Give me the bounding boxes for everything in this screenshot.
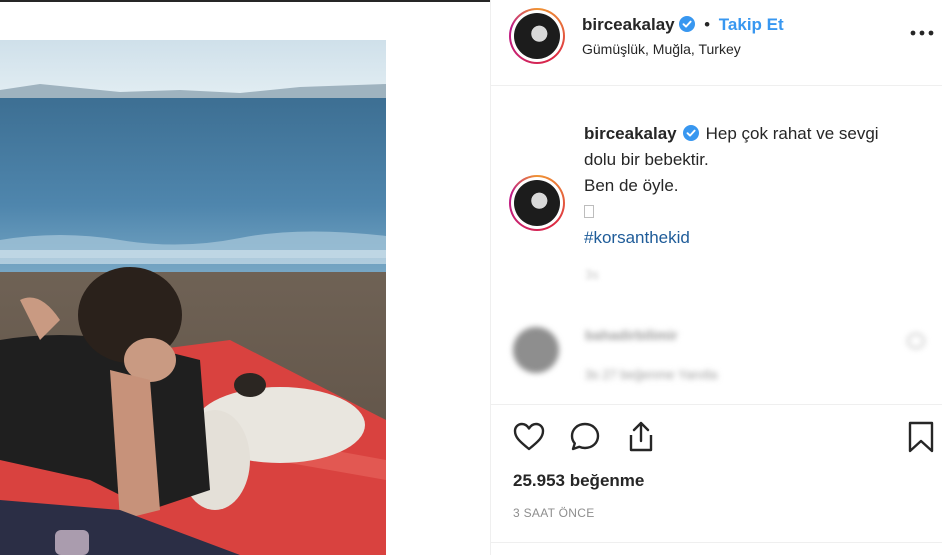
heart-icon[interactable] xyxy=(511,419,547,455)
more-icon[interactable] xyxy=(909,28,935,38)
post-timestamp: 3 SAAT ÖNCE xyxy=(513,506,595,520)
caption-line-3: Ben de öyle. xyxy=(584,176,679,195)
comment-like-icon[interactable] xyxy=(907,333,925,349)
caption-username-link[interactable]: birceakalay xyxy=(584,124,677,143)
location-link[interactable]: Gümüşlük, Muğla, Turkey xyxy=(582,41,741,57)
bookmark-icon[interactable] xyxy=(903,419,939,455)
caption-line-1: Hep çok rahat ve sevgi xyxy=(705,124,879,143)
follow-button[interactable]: Takip Et xyxy=(719,15,784,34)
hashtag-link[interactable]: #korsanthekid xyxy=(584,225,924,251)
separator-dot: • xyxy=(704,15,711,34)
bottom-divider xyxy=(491,542,942,543)
post-photo[interactable] xyxy=(0,40,386,555)
caption-line-2: dolu bir bebektir. xyxy=(584,150,709,169)
share-icon[interactable] xyxy=(623,419,659,455)
header-title-row: birceakalay • Takip Et xyxy=(582,15,784,35)
comment-username[interactable]: bahadirbilimir xyxy=(585,327,678,343)
left-backdrop xyxy=(0,0,490,555)
comment-meta: 3s 27 beğenme Yanıtla xyxy=(585,367,718,382)
verified-badge-icon xyxy=(682,125,699,141)
caption-avatar[interactable] xyxy=(509,175,565,231)
caption-timestamp: 3s xyxy=(585,267,599,282)
caption: birceakalay Hep çok rahat ve sevgi dolu b… xyxy=(584,121,924,251)
action-bar: 25.953 beğenme 3 SAAT ÖNCE xyxy=(491,405,942,555)
likes-count[interactable]: 25.953 beğenme xyxy=(513,471,644,491)
top-divider xyxy=(0,0,490,2)
missing-emoji-glyph xyxy=(584,205,594,218)
comment-avatar[interactable] xyxy=(513,327,559,373)
post-detail-panel: birceakalay • Takip Et Gümüşlük, Muğla, … xyxy=(490,0,942,555)
verified-badge-icon xyxy=(679,16,696,32)
username-link[interactable]: birceakalay xyxy=(582,15,675,34)
comments-section: birceakalay Hep çok rahat ve sevgi dolu b… xyxy=(491,87,942,405)
blurred-comment: bahadirbilimir 3s 27 beğenme Yanıtla xyxy=(513,323,933,383)
post-header: birceakalay • Takip Et Gümüşlük, Muğla, … xyxy=(491,0,942,86)
comment-icon[interactable] xyxy=(567,419,603,455)
avatar[interactable] xyxy=(509,8,565,64)
